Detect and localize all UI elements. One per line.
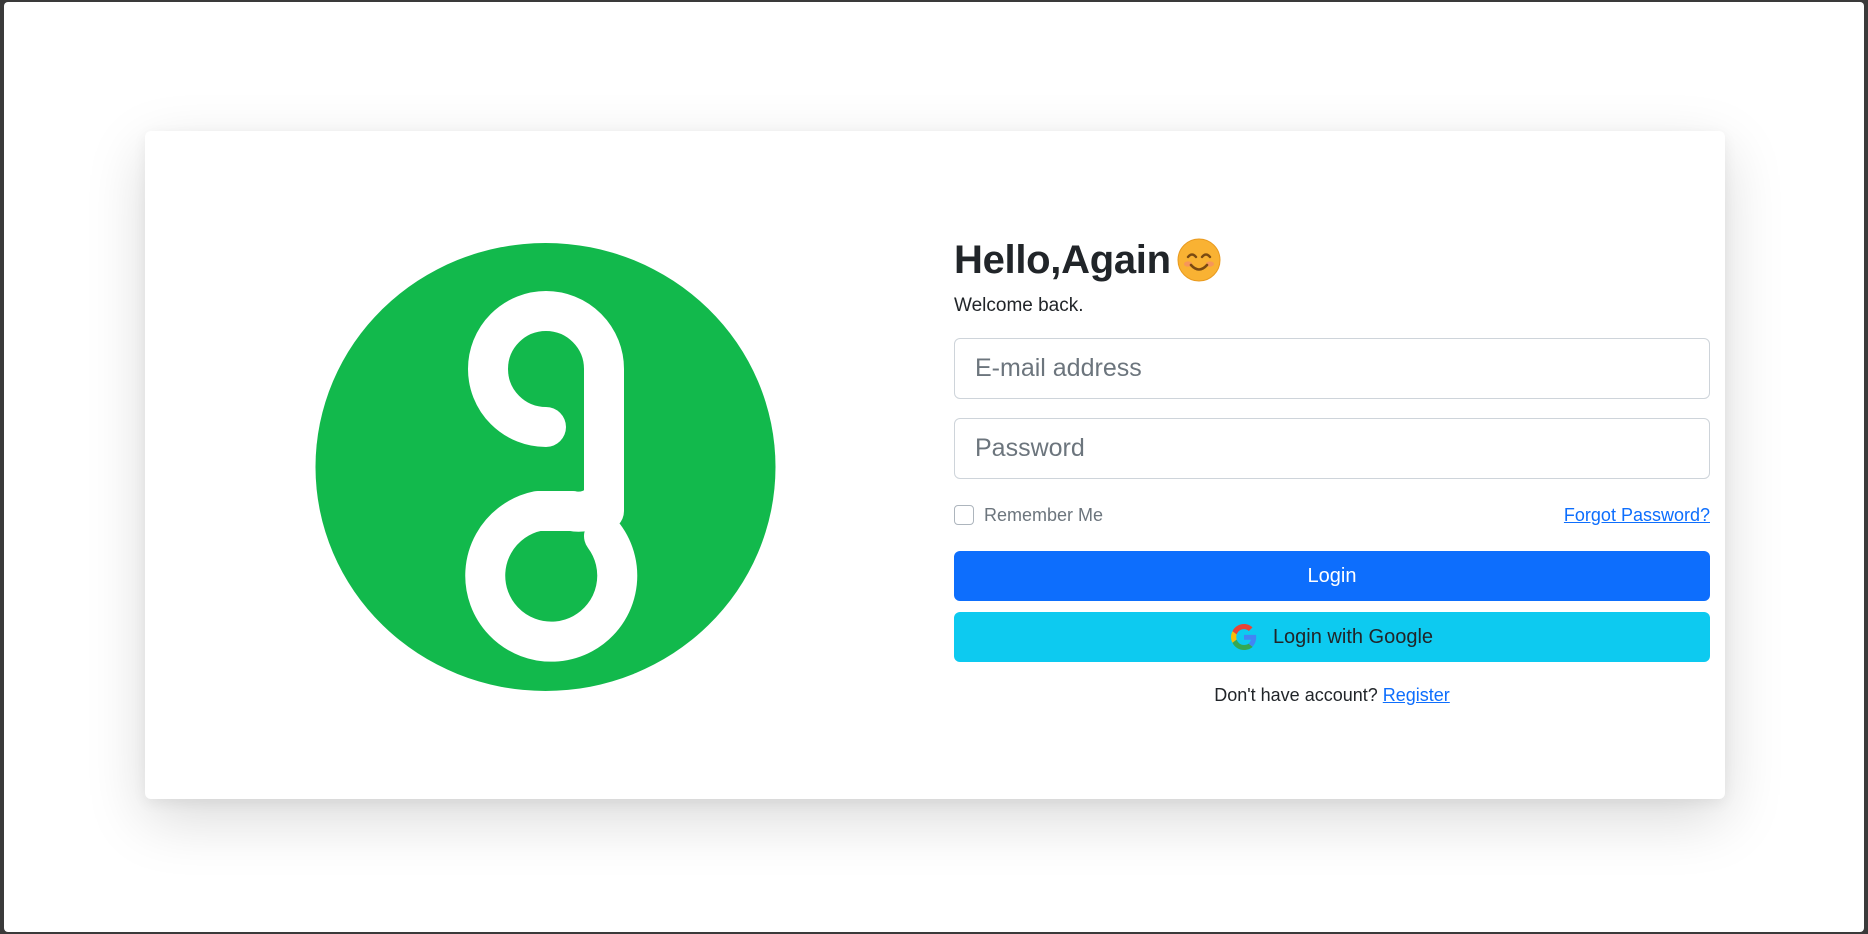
browser-viewport: Hello,Again Welcome back. E-mail address…	[4, 2, 1864, 932]
title-text: Hello,Again	[954, 237, 1171, 282]
register-link[interactable]: Register	[1383, 685, 1450, 705]
forgot-password-link[interactable]: Forgot Password?	[1564, 505, 1710, 526]
options-row: Remember Me Forgot Password?	[954, 503, 1710, 527]
welcome-subtitle: Welcome back.	[954, 295, 1084, 316]
login-with-google-label: Login with Google	[1272, 625, 1434, 648]
register-prompt: Don't have account? Register	[954, 685, 1710, 706]
remember-me-label: Remember Me	[984, 504, 1104, 525]
remember-me[interactable]: Remember Me	[954, 505, 1103, 526]
register-prompt-text: Don't have account?	[1214, 685, 1378, 705]
login-button[interactable]: Login	[954, 551, 1710, 601]
password-field[interactable]	[954, 418, 1710, 479]
brand-logo-icon	[314, 241, 777, 693]
smiling-face-emoji-icon	[1177, 238, 1221, 282]
google-icon	[1230, 624, 1257, 650]
login-card: Hello,Again Welcome back. E-mail address…	[145, 131, 1725, 799]
page-title: Hello,Again	[954, 231, 1710, 289]
remember-me-checkbox[interactable]	[954, 505, 974, 525]
login-with-google-button[interactable]: Login with Google	[954, 612, 1710, 662]
login-button-label: Login	[1307, 564, 1357, 587]
login-form: Hello,Again Welcome back. E-mail address…	[954, 231, 1710, 706]
email-field[interactable]	[954, 338, 1710, 399]
